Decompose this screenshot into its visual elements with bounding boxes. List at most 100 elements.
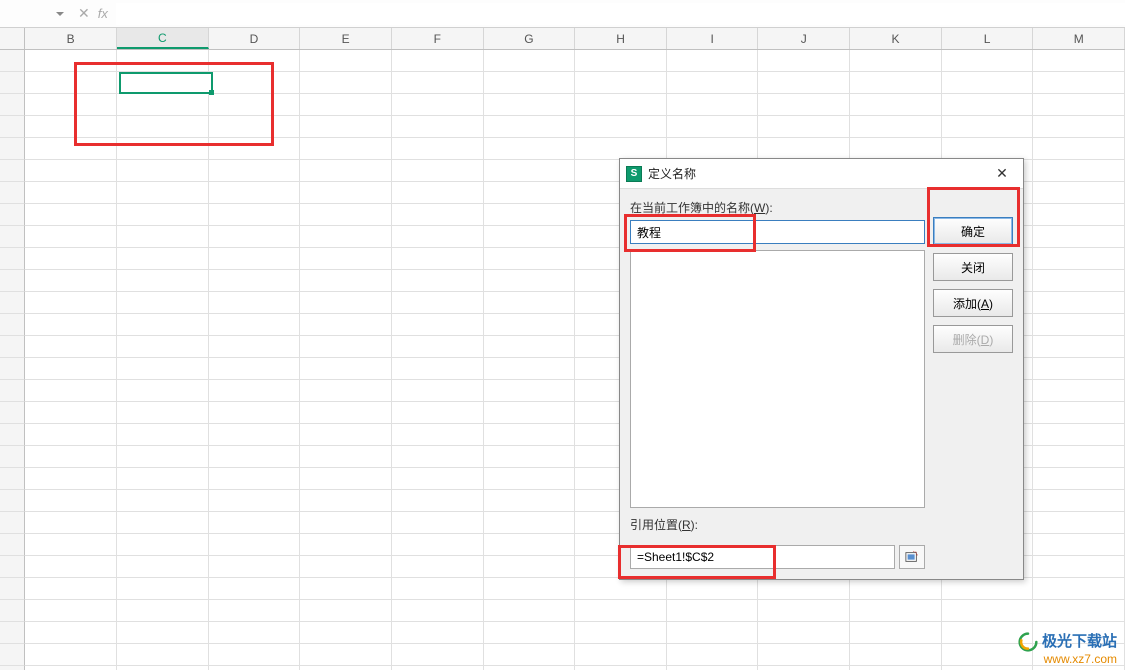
cell[interactable]: [484, 424, 576, 446]
cell[interactable]: [117, 182, 209, 204]
cell[interactable]: [209, 226, 301, 248]
row-head[interactable]: [0, 72, 25, 94]
cell[interactable]: [392, 160, 484, 182]
cell[interactable]: [392, 314, 484, 336]
cell[interactable]: [484, 666, 576, 670]
cell[interactable]: [392, 204, 484, 226]
cell[interactable]: [1033, 226, 1125, 248]
row-head[interactable]: [0, 138, 25, 160]
cell[interactable]: [300, 204, 392, 226]
range-picker-button[interactable]: [899, 545, 925, 569]
cell[interactable]: [300, 160, 392, 182]
cell[interactable]: [850, 50, 942, 72]
cell[interactable]: [300, 600, 392, 622]
cell[interactable]: [300, 556, 392, 578]
cell[interactable]: [392, 600, 484, 622]
cell[interactable]: [575, 600, 667, 622]
cell[interactable]: [300, 490, 392, 512]
cell[interactable]: [300, 50, 392, 72]
cell[interactable]: [1033, 270, 1125, 292]
cell[interactable]: [209, 578, 301, 600]
cell[interactable]: [1033, 600, 1125, 622]
cell[interactable]: [209, 424, 301, 446]
cell[interactable]: [117, 72, 209, 94]
cell[interactable]: [667, 666, 759, 670]
cell[interactable]: [25, 534, 117, 556]
cell[interactable]: [25, 446, 117, 468]
cell[interactable]: [300, 644, 392, 666]
cell[interactable]: [758, 600, 850, 622]
cell[interactable]: [667, 94, 759, 116]
cell[interactable]: [300, 512, 392, 534]
cell[interactable]: [117, 358, 209, 380]
name-box[interactable]: [6, 3, 68, 25]
cell[interactable]: [942, 50, 1034, 72]
cell[interactable]: [300, 292, 392, 314]
cell[interactable]: [667, 116, 759, 138]
cell[interactable]: [25, 600, 117, 622]
close-button[interactable]: 关闭: [933, 253, 1013, 281]
cell[interactable]: [484, 270, 576, 292]
cell[interactable]: [1033, 116, 1125, 138]
cell[interactable]: [300, 94, 392, 116]
cell[interactable]: [942, 116, 1034, 138]
cell[interactable]: [1033, 556, 1125, 578]
cell[interactable]: [25, 314, 117, 336]
cell[interactable]: [300, 424, 392, 446]
cell[interactable]: [392, 534, 484, 556]
cell[interactable]: [392, 182, 484, 204]
cell[interactable]: [209, 248, 301, 270]
cell[interactable]: [392, 94, 484, 116]
cell[interactable]: [850, 116, 942, 138]
cell[interactable]: [484, 336, 576, 358]
cell[interactable]: [209, 512, 301, 534]
ok-button[interactable]: 确定: [933, 217, 1013, 245]
row-head[interactable]: [0, 534, 25, 556]
cell[interactable]: [117, 138, 209, 160]
cell[interactable]: [117, 292, 209, 314]
cell[interactable]: [942, 644, 1034, 666]
cell[interactable]: [209, 270, 301, 292]
cell[interactable]: [392, 644, 484, 666]
cell[interactable]: [25, 336, 117, 358]
cell[interactable]: [300, 534, 392, 556]
cell[interactable]: [942, 666, 1034, 670]
row-head[interactable]: [0, 182, 25, 204]
close-icon[interactable]: ✕: [987, 165, 1017, 182]
cell[interactable]: [1033, 402, 1125, 424]
cell[interactable]: [300, 226, 392, 248]
cancel-icon[interactable]: ✕: [78, 5, 90, 22]
cell[interactable]: [25, 578, 117, 600]
cell[interactable]: [484, 226, 576, 248]
cell[interactable]: [25, 402, 117, 424]
cell[interactable]: [117, 204, 209, 226]
row-head[interactable]: [0, 402, 25, 424]
cell[interactable]: [392, 380, 484, 402]
row-head[interactable]: [0, 226, 25, 248]
cell[interactable]: [300, 402, 392, 424]
cell[interactable]: [392, 424, 484, 446]
cell[interactable]: [25, 94, 117, 116]
col-head-e[interactable]: E: [300, 28, 392, 49]
row-head[interactable]: [0, 248, 25, 270]
row-head[interactable]: [0, 204, 25, 226]
cell[interactable]: [758, 666, 850, 670]
cell[interactable]: [25, 226, 117, 248]
row-head[interactable]: [0, 94, 25, 116]
row-head[interactable]: [0, 50, 25, 72]
cell[interactable]: [758, 50, 850, 72]
cell[interactable]: [117, 556, 209, 578]
cell[interactable]: [484, 94, 576, 116]
cell[interactable]: [392, 512, 484, 534]
cell[interactable]: [392, 226, 484, 248]
cell[interactable]: [484, 358, 576, 380]
row-head[interactable]: [0, 116, 25, 138]
select-all-corner[interactable]: [0, 28, 25, 49]
cell[interactable]: [300, 116, 392, 138]
cell[interactable]: [484, 490, 576, 512]
cell[interactable]: [1033, 666, 1125, 670]
cell[interactable]: [25, 424, 117, 446]
cell[interactable]: [484, 468, 576, 490]
cell[interactable]: [575, 666, 667, 670]
cell[interactable]: [117, 600, 209, 622]
